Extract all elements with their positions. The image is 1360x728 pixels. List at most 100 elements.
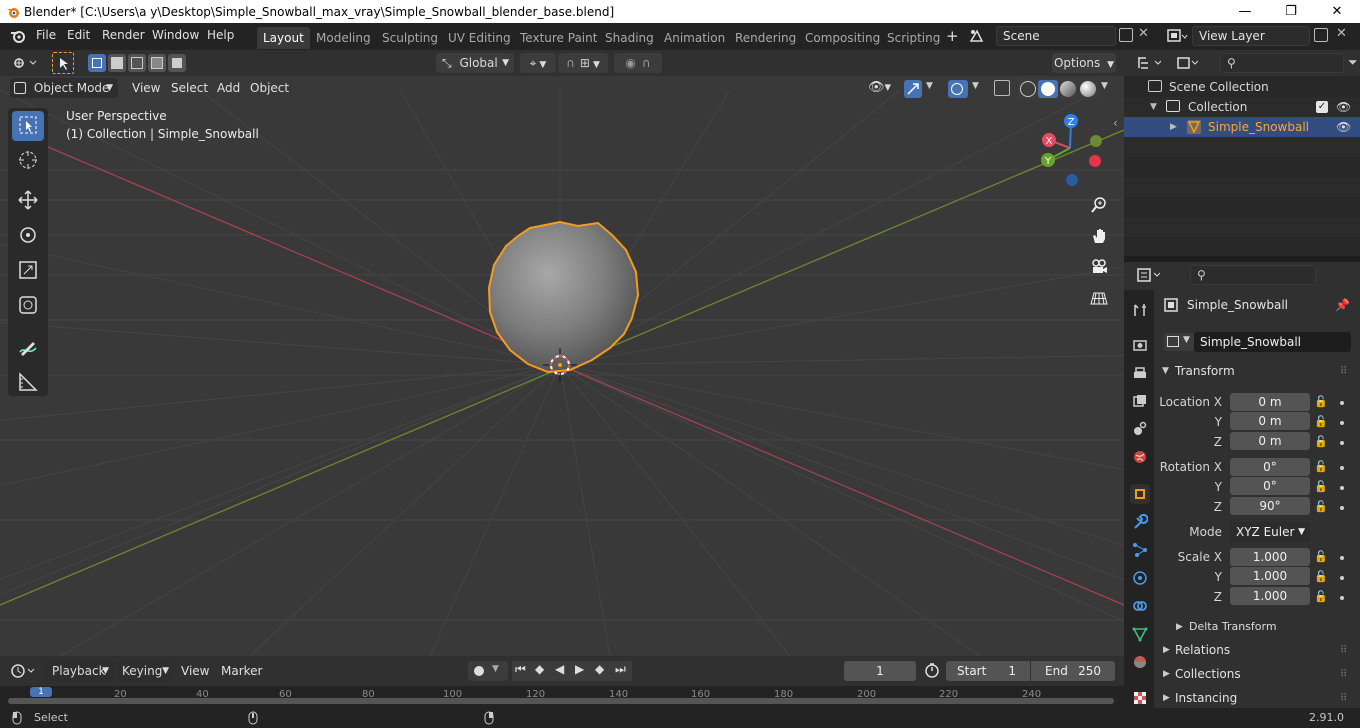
select-mode-intersect-icon[interactable] [168, 54, 186, 72]
physics-tab-icon[interactable] [1130, 568, 1150, 588]
relations-section-header[interactable]: Relations [1175, 643, 1230, 657]
proportional-edit-toggle[interactable]: ◉ ∩ [614, 53, 662, 73]
collections-section-header[interactable]: Collections [1175, 667, 1241, 681]
object-tab-icon[interactable] [1130, 484, 1150, 504]
measure-tool[interactable] [12, 368, 44, 398]
render-tab-icon[interactable] [1130, 335, 1150, 355]
menu-window[interactable]: Window [152, 28, 199, 42]
pan-view-hand-icon[interactable] [1086, 223, 1112, 249]
xray-toggle-icon[interactable] [994, 80, 1010, 96]
editor-type-icon[interactable] [12, 54, 40, 75]
select-box-tool-icon[interactable] [52, 52, 74, 74]
select-mode-difference-icon[interactable] [148, 54, 166, 72]
timeline-menu-marker[interactable]: Marker [221, 661, 262, 681]
tab-compositing[interactable]: Compositing [799, 27, 886, 49]
gizmo-toggle-icon[interactable] [904, 80, 922, 98]
menu-help[interactable]: Help [207, 28, 234, 42]
chevron-down-icon[interactable]: ▼ [926, 81, 933, 91]
filter-funnel-icon[interactable]: ⏷ [1348, 55, 1358, 70]
outliner-row-scene-collection[interactable]: Scene Collection [1124, 77, 1360, 97]
delete-scene-icon[interactable]: ✕ [1138, 26, 1149, 41]
auto-keying-toggle[interactable]: ▼ [468, 661, 508, 681]
expand-chevron-right-icon[interactable]: ▶ [1170, 117, 1177, 137]
view-layer-icon[interactable] [1166, 27, 1188, 48]
new-scene-icon[interactable] [1119, 28, 1133, 42]
play-reverse-icon[interactable]: ◀ [555, 662, 564, 676]
lock-icon[interactable]: 🔓 [1314, 460, 1328, 474]
delta-transform-header[interactable]: Delta Transform [1189, 620, 1277, 633]
camera-view-icon[interactable] [1086, 254, 1112, 280]
menu-file[interactable]: File [36, 28, 56, 42]
3d-viewport[interactable]: ⤡ Global ▼ ⌖ ▼ ∩ ⊞ ▼ ◉ ∩ Options ▼ Object Mo… [0, 50, 1124, 656]
transform-section-header[interactable]: Transform [1175, 364, 1235, 378]
properties-editor-type-icon[interactable] [1136, 267, 1166, 286]
outliner-search-input[interactable]: ⚲ [1220, 53, 1344, 73]
view-layer-selector[interactable]: View Layer [1192, 26, 1310, 46]
output-tab-icon[interactable] [1130, 363, 1150, 383]
collection-include-checkbox[interactable]: ✓ [1316, 101, 1328, 113]
constraints-tab-icon[interactable] [1130, 596, 1150, 616]
expand-chevron-down-icon[interactable]: ▼ [1150, 97, 1157, 117]
properties-search-input[interactable]: ⚲ [1190, 265, 1316, 285]
current-frame-field[interactable]: 1 [844, 661, 916, 681]
scale-z-field[interactable]: 1.000 [1230, 587, 1310, 605]
transform-tool[interactable] [12, 291, 44, 321]
object-name-field[interactable]: Simple_Snowball [1194, 332, 1351, 352]
end-frame-field[interactable]: End 250 [1031, 661, 1115, 681]
viewport-menu-view[interactable]: View [132, 78, 160, 98]
scale-tool[interactable] [12, 256, 44, 286]
collections-chevron-right-icon[interactable]: ▶ [1163, 669, 1170, 679]
gizmo-neg-x-axis[interactable] [1089, 155, 1101, 167]
tab-texture-paint[interactable]: Texture Paint [514, 27, 603, 49]
select-mode-extend-icon[interactable] [108, 54, 126, 72]
sidebar-toggle-chevron-icon[interactable]: ‹ [1113, 116, 1118, 130]
tab-modeling[interactable]: Modeling [310, 27, 377, 49]
world-tab-icon[interactable] [1130, 447, 1150, 467]
keyframe-dot-icon[interactable] [1340, 441, 1344, 445]
keyframe-dot-icon[interactable] [1340, 596, 1344, 600]
material-shading-icon[interactable] [1060, 81, 1076, 97]
rendered-shading-icon[interactable] [1080, 81, 1096, 97]
add-workspace-button[interactable]: + [946, 27, 959, 45]
delete-view-layer-icon[interactable]: ✕ [1336, 26, 1347, 41]
jump-to-start-icon[interactable]: ⏮ [515, 662, 526, 677]
tab-animation[interactable]: Animation [658, 27, 731, 49]
snap-dropdown[interactable]: ∩ ⊞ ▼ [558, 53, 608, 73]
jump-to-keyframe-prev-icon[interactable]: ◆ [535, 662, 544, 676]
tool-tab-icon[interactable] [1130, 300, 1150, 320]
object-visibility-eye-icon[interactable]: 👁 [1336, 117, 1351, 137]
menu-edit[interactable]: Edit [67, 28, 90, 42]
tab-sculpting[interactable]: Sculpting [376, 27, 444, 49]
tab-scripting[interactable]: Scripting [881, 27, 946, 49]
playback-dropdown[interactable]: Playback ▼ [44, 661, 114, 681]
lock-icon[interactable]: 🔓 [1314, 500, 1328, 514]
pivot-point-dropdown[interactable]: ⌖ ▼ [520, 53, 556, 73]
stopwatch-icon[interactable] [924, 662, 940, 681]
rotation-mode-dropdown[interactable]: XYZ Euler ▼ [1230, 522, 1310, 542]
timeline-menu-view[interactable]: View [181, 661, 209, 681]
start-frame-field[interactable]: Start 1 [946, 661, 1030, 681]
select-mode-new-icon[interactable] [88, 54, 106, 72]
collection-visibility-eye-icon[interactable]: 👁 [1336, 97, 1351, 117]
delta-transform-chevron-right-icon[interactable]: ▶ [1176, 622, 1183, 632]
cursor-tool[interactable] [12, 146, 44, 176]
transform-chevron-down-icon[interactable]: ▼ [1162, 366, 1169, 376]
options-dropdown[interactable]: Options ▼ [1052, 53, 1116, 73]
material-tab-icon[interactable] [1130, 652, 1150, 672]
visibility-eye-icon[interactable]: 👁▾ [868, 80, 891, 95]
chevron-down-icon[interactable]: ▼ [1101, 81, 1108, 91]
lock-icon[interactable]: 🔓 [1314, 480, 1328, 494]
select-tool[interactable] [12, 111, 44, 141]
snowball-mesh[interactable] [487, 220, 640, 374]
menu-render[interactable]: Render [102, 28, 145, 42]
tab-rendering[interactable]: Rendering [729, 27, 802, 49]
keyframe-dot-icon[interactable] [1340, 421, 1344, 425]
outliner-display-mode-icon[interactable] [1176, 55, 1204, 74]
outliner-row-simple-snowball[interactable]: ▶ Simple_Snowball 👁 [1124, 117, 1360, 137]
lock-icon[interactable]: 🔓 [1314, 395, 1328, 409]
jump-to-end-icon[interactable]: ⏭ [615, 662, 626, 677]
object-datablock-icon[interactable]: ▼ [1164, 333, 1194, 351]
particles-tab-icon[interactable] [1130, 540, 1150, 560]
rotation-z-field[interactable]: 90° [1230, 497, 1310, 515]
lock-icon[interactable]: 🔓 [1314, 590, 1328, 604]
